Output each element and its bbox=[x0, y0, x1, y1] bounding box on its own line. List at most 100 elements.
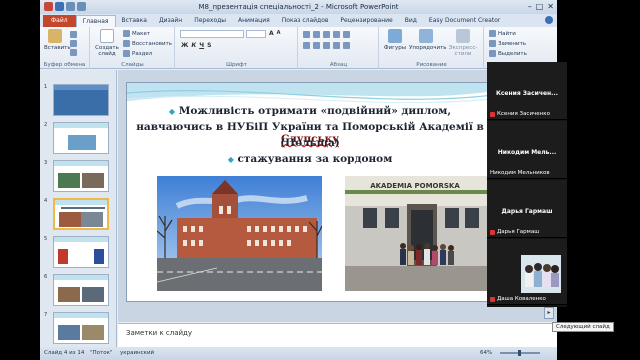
pomeranian-academy-photo[interactable]: AKADEMIA POMORSKA bbox=[345, 176, 488, 291]
video-participants-panel: Ксения Засичен... Ксения Засиченко Никод… bbox=[487, 62, 567, 307]
select-button[interactable]: Выделить bbox=[489, 50, 527, 57]
tab-design[interactable]: Дизайн bbox=[153, 15, 188, 27]
bullets-icon[interactable] bbox=[303, 31, 310, 38]
group-clipboard: Вставить Буфер обмена bbox=[40, 27, 90, 69]
zoom-level[interactable]: 64% bbox=[480, 350, 492, 356]
zoom-slider-handle[interactable] bbox=[518, 350, 521, 356]
format-painter-button[interactable] bbox=[70, 49, 77, 56]
ribbon: Вставить Буфер обмена Создать слайд Маке… bbox=[40, 27, 557, 69]
participant-tile[interactable]: Даша Коваленко bbox=[487, 239, 567, 305]
quick-styles-button[interactable]: Экспресс-стили bbox=[444, 29, 482, 57]
next-slide-button[interactable]: ▸ bbox=[544, 307, 554, 319]
tab-home[interactable]: Главная bbox=[75, 15, 116, 27]
group-paragraph: Абзац bbox=[299, 27, 379, 69]
participant-tile[interactable]: Ксения Засичен... Ксения Засиченко bbox=[487, 62, 567, 120]
group-label: Абзац bbox=[329, 62, 348, 68]
section-icon bbox=[123, 50, 130, 57]
slide-thumbnail[interactable]: 7 bbox=[44, 312, 112, 345]
participant-tile[interactable]: Никодим Мель... Никодим Мельников bbox=[487, 121, 567, 179]
group-drawing: Фигуры Упорядочить Экспресс-стили Рисова… bbox=[380, 27, 484, 69]
align-center-icon[interactable] bbox=[313, 42, 320, 49]
slide-thumbnail[interactable]: 2 bbox=[44, 122, 112, 155]
minimize-button[interactable]: – bbox=[528, 2, 532, 11]
italic-button[interactable]: К bbox=[191, 42, 196, 49]
layout-button[interactable]: Макет bbox=[123, 30, 150, 37]
select-icon bbox=[489, 50, 496, 57]
participant-name: Ксения Засичен... bbox=[495, 90, 559, 97]
tab-file[interactable]: Файл bbox=[43, 15, 76, 27]
current-slide[interactable]: ◆ Можливість отримати «подвійний» диплом… bbox=[126, 82, 492, 302]
increase-indent-icon[interactable] bbox=[333, 31, 340, 38]
reset-button[interactable]: Восстановить bbox=[123, 40, 172, 47]
font-size-combo[interactable] bbox=[246, 30, 266, 38]
grow-font-button[interactable]: A bbox=[269, 30, 274, 37]
replace-button[interactable]: Заменить bbox=[489, 40, 526, 47]
slide-thumbnail[interactable]: 1 bbox=[44, 84, 112, 117]
slide-text-line1: ◆ Можливість отримати «подвійний» диплом… bbox=[168, 105, 452, 117]
numbering-icon[interactable] bbox=[313, 31, 320, 38]
slide-thumbnail[interactable]: 5 bbox=[44, 236, 112, 269]
participant-tile[interactable]: Дарья Гармаш Дарья Гармаш bbox=[487, 180, 567, 238]
slide-counter: Слайд 4 из 14 bbox=[44, 350, 85, 356]
shapes-button[interactable]: Фигуры bbox=[383, 29, 407, 51]
tab-easy-document-creator[interactable]: Easy Document Creator bbox=[423, 15, 506, 27]
participant-label: Даша Коваленко bbox=[497, 296, 546, 302]
tab-animations[interactable]: Анимация bbox=[232, 15, 276, 27]
copy-button[interactable] bbox=[70, 40, 77, 47]
find-button[interactable]: Найти bbox=[489, 30, 516, 37]
section-button[interactable]: Раздел bbox=[123, 50, 152, 57]
muted-mic-icon bbox=[490, 111, 495, 117]
tab-view[interactable]: Вид bbox=[399, 15, 423, 27]
copy-icon bbox=[70, 40, 77, 47]
maximize-button[interactable]: □ bbox=[536, 2, 544, 11]
group-font: A A Ж К Ч S Шрифт bbox=[176, 27, 298, 69]
participant-label: Никодим Мельников bbox=[490, 170, 550, 176]
participant-label: Ксения Засиченко bbox=[497, 111, 550, 117]
strikethrough-button[interactable]: S bbox=[207, 42, 211, 49]
tab-insert[interactable]: Вставка bbox=[116, 15, 153, 27]
font-name-combo[interactable] bbox=[180, 30, 244, 38]
help-icon[interactable] bbox=[545, 16, 553, 24]
shrink-font-button[interactable]: A bbox=[277, 30, 281, 37]
underline-button[interactable]: Ч bbox=[199, 42, 204, 49]
tab-slideshow[interactable]: Показ слайдов bbox=[276, 15, 335, 27]
slide-thumbnail[interactable]: 3 bbox=[44, 160, 112, 193]
participant-name: Никодим Мель... bbox=[497, 149, 557, 156]
tab-review[interactable]: Рецензирование bbox=[334, 15, 398, 27]
arrange-icon bbox=[419, 29, 433, 43]
align-left-icon[interactable] bbox=[303, 42, 310, 49]
language-indicator[interactable]: украинский bbox=[120, 350, 154, 356]
arrange-button[interactable]: Упорядочить bbox=[409, 29, 447, 51]
paste-button[interactable]: Вставить bbox=[44, 29, 71, 51]
ribbon-tabs: Файл Главная Вставка Дизайн Переходы Ани… bbox=[40, 14, 557, 27]
university-building-photo[interactable] bbox=[157, 176, 322, 291]
participant-label: Дарья Гармаш bbox=[497, 229, 540, 235]
title-bar: М8_презентація спеціальності_2 - Microso… bbox=[40, 0, 557, 14]
new-slide-button[interactable]: Создать слайд bbox=[94, 29, 120, 57]
participant-avatar bbox=[521, 255, 561, 293]
close-button[interactable]: ✕ bbox=[547, 2, 554, 11]
paste-icon bbox=[48, 29, 62, 43]
new-slide-icon bbox=[100, 29, 114, 43]
tooltip: Следующий слайд bbox=[552, 322, 614, 332]
slide-thumbnail-selected[interactable]: 4 bbox=[44, 198, 112, 231]
quick-styles-icon bbox=[456, 29, 470, 43]
cut-button[interactable] bbox=[70, 31, 77, 38]
justify-icon[interactable] bbox=[333, 42, 340, 49]
group-label: Шрифт bbox=[226, 62, 247, 68]
layout-icon bbox=[123, 30, 130, 37]
academy-sign-text: AKADEMIA POMORSKA bbox=[370, 182, 460, 190]
columns-icon[interactable] bbox=[343, 42, 350, 49]
line-spacing-icon[interactable] bbox=[343, 31, 350, 38]
theme-name: "Поток" bbox=[90, 350, 113, 356]
window-controls: – □ ✕ bbox=[528, 2, 554, 11]
notes-pane[interactable]: Заметки к слайду bbox=[118, 323, 557, 347]
tab-transitions[interactable]: Переходы bbox=[188, 15, 232, 27]
muted-mic-icon bbox=[490, 296, 495, 302]
status-bar: Слайд 4 из 14 "Поток" украинский 64% bbox=[40, 347, 557, 360]
slide-thumbnail[interactable]: 6 bbox=[44, 274, 112, 307]
decrease-indent-icon[interactable] bbox=[323, 31, 330, 38]
bold-button[interactable]: Ж bbox=[181, 42, 188, 49]
align-right-icon[interactable] bbox=[323, 42, 330, 49]
slide-text-line4: ◆ стажування за кордоном bbox=[227, 153, 393, 165]
